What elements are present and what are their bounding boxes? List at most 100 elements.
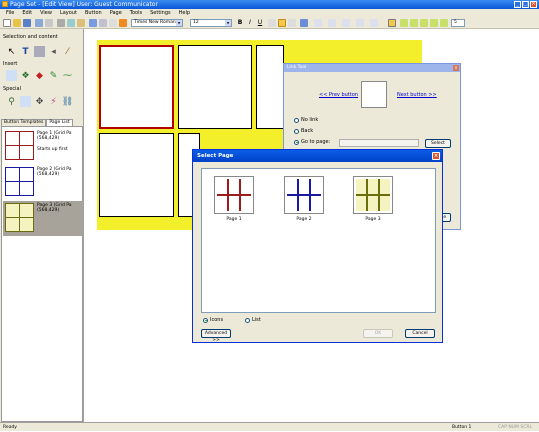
special-popup-icon[interactable] xyxy=(20,96,31,107)
grid-button[interactable] xyxy=(178,45,252,129)
insert-symbol-icon[interactable]: ❖ xyxy=(20,70,31,81)
advanced-button[interactable]: Advanced >> xyxy=(201,329,231,343)
menu-button[interactable]: Button xyxy=(85,9,102,17)
menu-layout[interactable]: Layout xyxy=(60,9,77,17)
close-icon[interactable]: × xyxy=(530,1,537,8)
menu-view[interactable]: View xyxy=(40,9,52,17)
columns-field[interactable]: 5 xyxy=(451,19,465,27)
section-special: Special xyxy=(3,86,22,92)
insert-button-icon[interactable] xyxy=(6,70,17,81)
sound-tool-icon[interactable]: ◂ xyxy=(48,46,59,57)
open-icon[interactable] xyxy=(13,19,21,27)
underline-button[interactable]: U xyxy=(256,19,264,27)
page-label: Page 2 (Grid Pa (568,429) xyxy=(37,167,72,177)
grid-button-selected[interactable] xyxy=(99,45,174,129)
radio-back[interactable]: Back xyxy=(294,128,313,134)
pointer-tool-icon[interactable]: ↖ xyxy=(6,46,17,57)
menu-settings[interactable]: Settings xyxy=(150,9,171,17)
grid-icon[interactable] xyxy=(388,19,396,27)
italic-button[interactable]: I xyxy=(246,19,254,27)
layout-a-icon[interactable] xyxy=(400,19,408,27)
maximize-icon[interactable]: □ xyxy=(522,1,529,8)
chevron-down-icon: ▼ xyxy=(176,20,182,26)
radio-icons[interactable]: Icons xyxy=(203,317,223,323)
layout-b-icon[interactable] xyxy=(410,19,418,27)
page-label: Page 3 (Grid Pa (568,429) xyxy=(37,203,72,213)
font-size-select[interactable]: 12 ▼ xyxy=(190,19,232,27)
radio-label: Back xyxy=(301,128,314,134)
preview-icon[interactable] xyxy=(45,19,53,27)
radio-go-to-page[interactable]: Go to page: xyxy=(294,139,330,145)
page-caption: Page 1 xyxy=(226,217,242,222)
color-icon[interactable] xyxy=(119,19,127,27)
toolbar: Times New Roman ▼ 12 ▼ B I U 5 xyxy=(0,17,539,29)
pointer-icon[interactable] xyxy=(109,19,117,27)
page-thumbnail xyxy=(5,167,34,196)
bold-button[interactable]: B xyxy=(236,19,244,27)
text-color-icon[interactable] xyxy=(328,19,336,27)
align-bottom-icon[interactable] xyxy=(288,19,296,27)
new-icon[interactable] xyxy=(3,19,11,27)
radio-list[interactable]: List xyxy=(245,317,261,323)
menu-help[interactable]: Help xyxy=(179,9,190,17)
special-magic-icon[interactable]: ⚡ xyxy=(48,96,59,107)
grid-button[interactable] xyxy=(99,133,174,217)
redo-icon[interactable] xyxy=(99,19,107,27)
ok-button[interactable]: OK xyxy=(363,329,393,338)
page-label: Page 1 (Grid Pa (568,429) xyxy=(37,131,72,141)
save-icon[interactable] xyxy=(23,19,31,27)
layout-e-icon[interactable] xyxy=(440,19,448,27)
page-card[interactable]: Page 3 xyxy=(347,173,399,223)
layout-d-icon[interactable] xyxy=(430,19,438,27)
next-button-link[interactable]: Next button >> xyxy=(397,92,437,98)
paste-icon[interactable] xyxy=(77,19,85,27)
menu-page[interactable]: Page xyxy=(110,9,122,17)
align-middle-icon[interactable] xyxy=(278,19,286,27)
text-tool-icon[interactable]: T xyxy=(20,46,31,57)
window-title: Page Set - [Edit View] User: Guest Commu… xyxy=(10,1,158,8)
print-icon[interactable] xyxy=(35,19,43,27)
undo-icon[interactable] xyxy=(89,19,97,27)
copy-icon[interactable] xyxy=(67,19,75,27)
list-item[interactable]: Page 2 (Grid Pa (568,429) xyxy=(3,165,83,200)
align-top-icon[interactable] xyxy=(268,19,276,27)
insert-freeform-icon[interactable]: ⁓ xyxy=(62,70,73,81)
layout-c-icon[interactable] xyxy=(420,19,428,27)
line-color-icon[interactable] xyxy=(300,19,308,27)
close-icon[interactable]: × xyxy=(453,65,459,71)
minimize-icon[interactable]: _ xyxy=(514,1,521,8)
special-link-icon[interactable]: ⛓ xyxy=(62,96,73,107)
special-move-icon[interactable]: ✥ xyxy=(34,96,45,107)
font-select[interactable]: Times New Roman ▼ xyxy=(131,19,183,27)
close-icon[interactable]: × xyxy=(432,152,440,160)
chevron-down-icon: ▼ xyxy=(225,20,231,26)
select-button[interactable]: Select xyxy=(425,139,451,148)
picture-tool-icon[interactable] xyxy=(34,46,45,57)
radio-circle xyxy=(245,317,250,323)
prev-button-link[interactable]: << Prev button xyxy=(319,92,358,98)
page-card[interactable]: Page 1 xyxy=(208,173,260,223)
select-page-dialog: Select Page × Page 1 Page 2 Page 3 Icons… xyxy=(192,149,443,343)
list-item[interactable]: Page 1 (Grid Pa (568,429) Starts up firs… xyxy=(3,129,83,164)
cancel-button[interactable]: Cancel xyxy=(405,329,435,338)
border-style-icon[interactable] xyxy=(342,19,350,27)
special-search-icon[interactable]: ⚲ xyxy=(6,96,17,107)
radio-no-link[interactable]: No link xyxy=(294,117,318,123)
menu-tools[interactable]: Tools xyxy=(130,9,142,17)
page-field[interactable] xyxy=(339,139,419,147)
menu-edit[interactable]: Edit xyxy=(22,9,32,17)
shape-icon[interactable] xyxy=(356,19,364,27)
brush-tool-icon[interactable]: ⁄ xyxy=(62,46,73,57)
insert-line-icon[interactable]: ✎ xyxy=(48,70,59,81)
menu-file[interactable]: File xyxy=(6,9,14,17)
select-page-title: Select Page xyxy=(197,153,234,159)
page-card[interactable]: Page 2 xyxy=(278,173,330,223)
grid-button[interactable] xyxy=(256,45,284,129)
radio-label: List xyxy=(252,317,261,323)
left-panel: Selection and content ↖ T ◂ ⁄ Insert ❖ ◆… xyxy=(0,29,84,422)
fill-color-icon[interactable] xyxy=(314,19,322,27)
cut-icon[interactable] xyxy=(57,19,65,27)
format-icon[interactable] xyxy=(370,19,378,27)
insert-shape-icon[interactable]: ◆ xyxy=(34,70,45,81)
list-item[interactable]: Page 3 (Grid Pa (568,429) xyxy=(3,201,83,236)
